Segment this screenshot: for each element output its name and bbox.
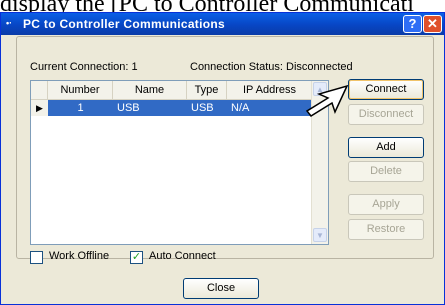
header-corner bbox=[31, 81, 48, 99]
restore-button[interactable]: Restore bbox=[348, 219, 424, 240]
connect-button[interactable]: Connect bbox=[348, 79, 424, 100]
work-offline-checkbox[interactable] bbox=[30, 251, 43, 264]
apply-button[interactable]: Apply bbox=[348, 194, 424, 215]
work-offline-label[interactable]: Work Offline bbox=[49, 250, 109, 262]
disconnect-button[interactable]: Disconnect bbox=[348, 104, 424, 125]
scroll-down-icon[interactable]: ▼ bbox=[313, 228, 327, 242]
cell-name: USB bbox=[113, 100, 187, 116]
connection-icon: •· bbox=[6, 18, 13, 28]
connection-status-label: Connection Status: Disconnected bbox=[190, 61, 353, 73]
table-header: Number Name Type IP Address bbox=[31, 81, 313, 100]
add-button[interactable]: Add bbox=[348, 137, 424, 158]
table-row[interactable]: ▶ 1 USB USB N/A bbox=[31, 100, 313, 116]
auto-connect-checkbox[interactable]: ✓ bbox=[130, 251, 143, 264]
current-connection-label: Current Connection: 1 bbox=[30, 61, 138, 73]
window-title: PC to Controller Communications bbox=[23, 17, 225, 31]
column-header-number[interactable]: Number bbox=[48, 81, 113, 99]
cell-ip-address: N/A bbox=[227, 100, 313, 116]
column-header-ip-address[interactable]: IP Address bbox=[227, 81, 313, 99]
connections-table[interactable]: Number Name Type IP Address ▶ 1 USB USB … bbox=[30, 80, 329, 245]
arrow-pointer-icon bbox=[305, 84, 349, 117]
column-header-name[interactable]: Name bbox=[113, 81, 187, 99]
close-button[interactable]: Close bbox=[183, 278, 259, 299]
cell-type: USB bbox=[187, 100, 227, 116]
column-header-type[interactable]: Type bbox=[187, 81, 227, 99]
title-bar[interactable]: •· PC to Controller Communications ? ✕ bbox=[1, 13, 444, 35]
delete-button[interactable]: Delete bbox=[348, 161, 424, 182]
triangle-right-icon: ▶ bbox=[31, 100, 48, 116]
cell-number: 1 bbox=[48, 100, 113, 116]
auto-connect-label[interactable]: Auto Connect bbox=[149, 250, 216, 262]
help-button[interactable]: ? bbox=[403, 15, 422, 33]
close-window-button[interactable]: ✕ bbox=[423, 15, 442, 33]
